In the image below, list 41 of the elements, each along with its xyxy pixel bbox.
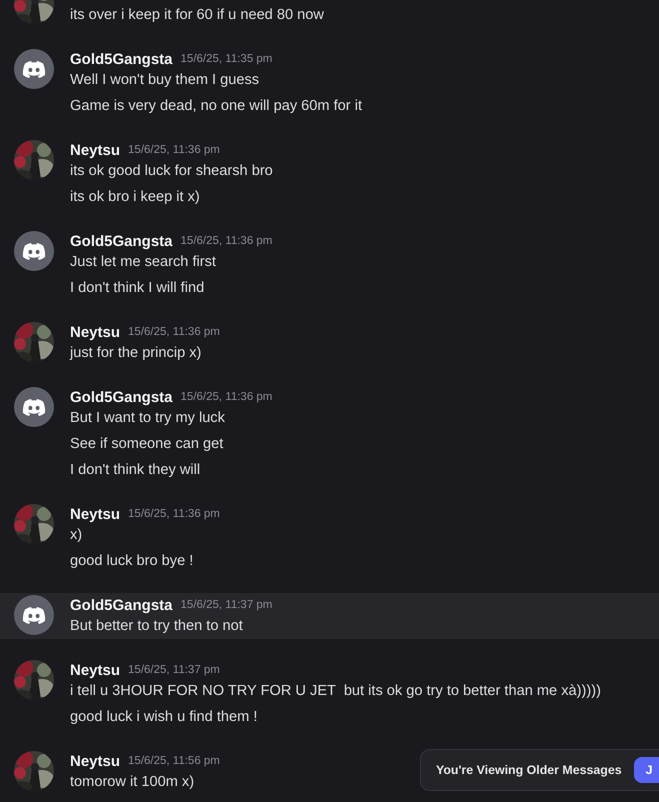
- avatar-icon[interactable]: [14, 231, 54, 271]
- notice-text: You're Viewing Older Messages: [436, 763, 622, 777]
- username[interactable]: Gold5Gangsta: [70, 232, 173, 250]
- message-text: But better to try then to not: [70, 617, 244, 636]
- message-text: I don't think they will: [70, 461, 202, 480]
- username[interactable]: Neytsu: [70, 662, 120, 678]
- timestamp: 15/6/25, 11:37 pm: [180, 599, 272, 611]
- message-text: Game is very dead, no one will pay 60m for it: [70, 97, 362, 116]
- message-text: i tell u 3HOUR FOR NO TRY FOR U JET but its ok go try to better than me xà))))): [70, 682, 601, 701]
- avatar-icon[interactable]: [14, 595, 54, 635]
- username[interactable]: Gold5Gangsta: [70, 388, 173, 406]
- message-text: its over i keep it for 60 if u need 80 now: [70, 6, 324, 25]
- username[interactable]: Neytsu: [70, 506, 120, 522]
- message-text: Well I won't buy them I guess: [70, 71, 260, 90]
- message-text: See if someone can get: [70, 435, 224, 454]
- username[interactable]: Neytsu: [70, 324, 120, 340]
- username[interactable]: Gold5Gangsta: [70, 50, 173, 68]
- jump-button[interactable]: J: [634, 757, 659, 783]
- timestamp: 15/6/25, 11:36 pm: [180, 235, 272, 247]
- username[interactable]: Neytsu: [70, 752, 120, 770]
- message-text: tomorow it 100m x): [70, 773, 196, 792]
- timestamp: 15/6/25, 11:36 pm: [128, 144, 220, 156]
- avatar-icon[interactable]: [14, 49, 54, 89]
- message-text: good luck bro bye !: [70, 552, 194, 571]
- timestamp: 15/6/25, 11:37 pm: [128, 664, 220, 676]
- message-text: Just let me search first: [70, 253, 217, 272]
- message-text: its ok bro i keep it x): [70, 188, 201, 207]
- message-text: x): [70, 526, 84, 545]
- message-text: just for the princip x): [70, 344, 202, 363]
- message-text: good luck i wish u find them !: [70, 708, 258, 727]
- avatar-icon[interactable]: [14, 387, 54, 427]
- message-text: But I want to try my luck: [70, 409, 226, 428]
- message-text: its ok good luck for shearsh bro: [70, 162, 273, 181]
- timestamp: 15/6/25, 11:36 pm: [180, 391, 272, 403]
- username[interactable]: Neytsu: [70, 142, 120, 158]
- timestamp: 15/6/25, 11:36 pm: [128, 508, 220, 520]
- username[interactable]: Gold5Gangsta: [70, 596, 173, 614]
- message-text: I don't think I will find: [70, 279, 206, 298]
- timestamp: 15/6/25, 11:36 pm: [128, 326, 220, 338]
- timestamp: 15/6/25, 11:35 pm: [180, 53, 272, 65]
- timestamp: 15/6/25, 11:56 pm: [128, 755, 220, 767]
